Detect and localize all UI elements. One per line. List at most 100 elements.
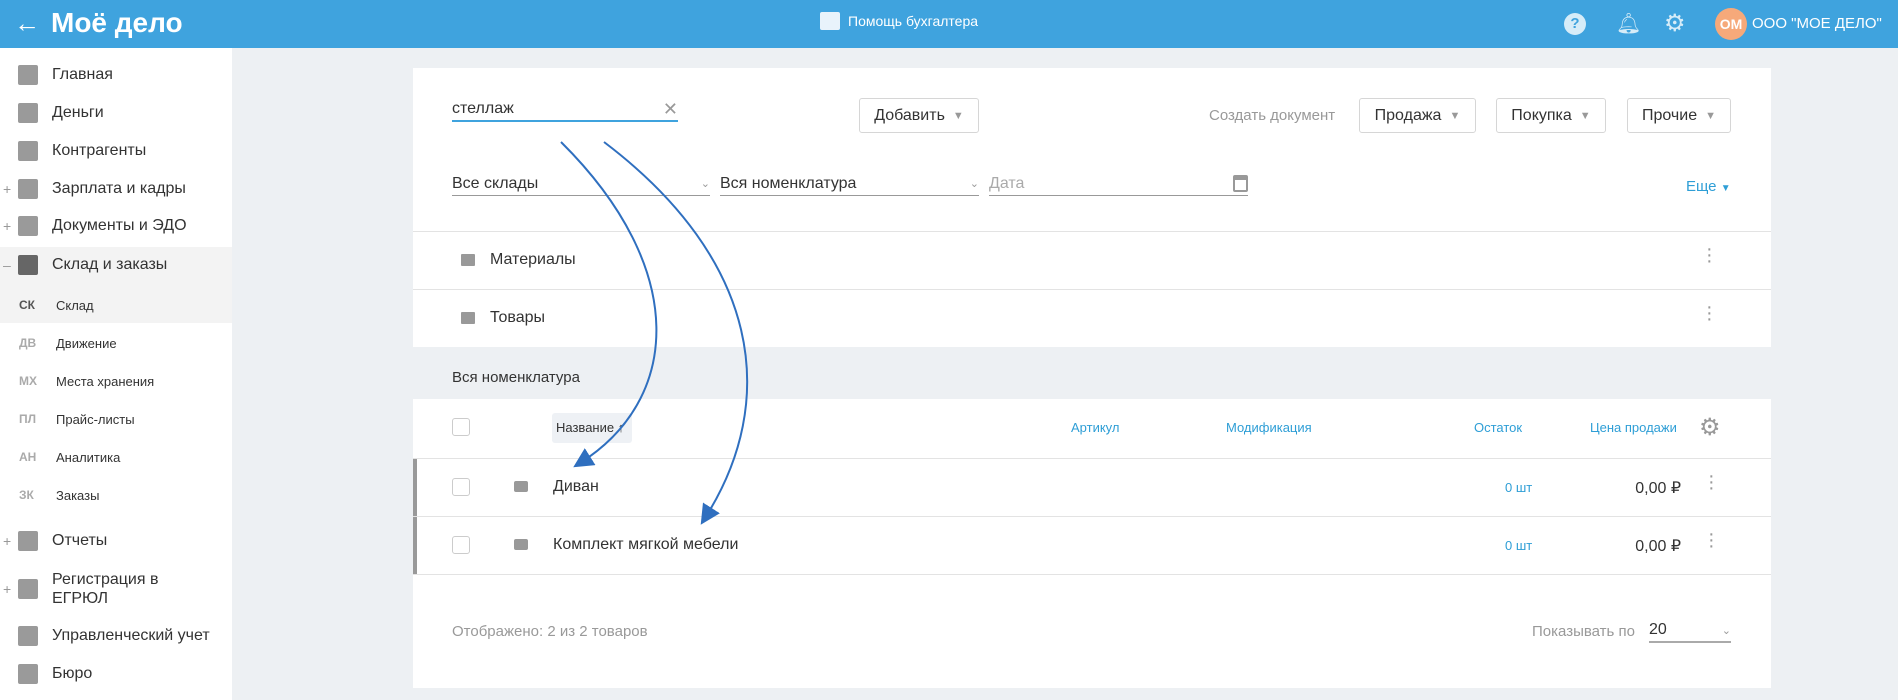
sidebar-subitem-pricelists[interactable]: ПЛ Прайс-листы	[0, 400, 232, 438]
sidebar-item-salary[interactable]: + Зарплата и кадры	[0, 170, 232, 208]
shown-count: Отображено: 2 из 2 товаров	[452, 623, 648, 640]
column-header-stock[interactable]: Остаток	[1474, 420, 1522, 435]
sidebar-item-money[interactable]: Деньги	[0, 94, 232, 132]
report-icon	[18, 531, 38, 551]
table-row[interactable]: Комплект мягкой мебели 0 шт 0,00 ₽ · · ·	[413, 517, 1771, 574]
sidebar-item-contractors[interactable]: Контрагенты	[0, 132, 232, 170]
nomenclature-value: Вся номенклатура	[720, 174, 857, 192]
ruble-chart-icon	[18, 626, 38, 646]
page-size-label: Показывать по	[1532, 623, 1635, 640]
divider	[413, 574, 1771, 575]
subitem-label: Прайс-листы	[56, 411, 135, 427]
wallet-icon	[18, 179, 38, 199]
sidebar-item-home[interactable]: Главная	[0, 56, 232, 94]
column-header-modification[interactable]: Модификация	[1226, 420, 1312, 435]
chevron-down-icon: ▼	[1720, 183, 1731, 194]
sidebar-subitem-storage[interactable]: МХ Места хранения	[0, 362, 232, 400]
gear-icon[interactable]: ⚙	[1664, 9, 1686, 38]
folder-icon	[461, 312, 475, 324]
folder-row[interactable]: Товары · · ·	[413, 290, 1771, 347]
date-input[interactable]: Дата	[989, 172, 1248, 196]
column-settings-gear-icon[interactable]: ⚙	[1699, 413, 1721, 442]
more-vert-icon[interactable]: · · ·	[1708, 466, 1715, 498]
sidebar-subitem-orders[interactable]: ЗК Заказы	[0, 476, 232, 514]
registration-doc-icon	[18, 579, 38, 599]
sidebar-item-label: Зарплата и кадры	[52, 180, 186, 197]
chevron-down-icon: ▼	[1705, 109, 1716, 122]
subitem-abbr: ЗК	[19, 488, 34, 502]
sidebar-item-label: Отчеты	[52, 532, 108, 549]
product-name[interactable]: Комплект мягкой мебели	[553, 536, 738, 554]
sidebar-item-registration[interactable]: + Регистрация в ЕГРЮЛ	[0, 564, 232, 614]
subitem-label: Заказы	[56, 487, 100, 503]
filter-card: стеллаж ✕ Добавить ▼ Создать документ Про…	[413, 68, 1771, 347]
product-stock[interactable]: 0 шт	[1505, 538, 1532, 553]
chevron-down-icon: ⌄	[700, 178, 710, 190]
more-vert-icon[interactable]: · · ·	[1708, 524, 1715, 556]
purchase-button[interactable]: Покупка ▼	[1496, 98, 1606, 133]
row-checkbox[interactable]	[452, 536, 470, 554]
sale-button[interactable]: Продажа ▼	[1359, 98, 1476, 133]
back-arrow-icon[interactable]: ←	[14, 8, 40, 39]
subitem-abbr: ПЛ	[19, 412, 37, 426]
help-center-link[interactable]: Помощь бухгалтера	[820, 12, 978, 30]
column-header-price[interactable]: Цена продажи	[1590, 420, 1677, 435]
product-stock[interactable]: 0 шт	[1505, 480, 1532, 495]
select-all-checkbox[interactable]	[452, 418, 470, 436]
warehouse-select[interactable]: Все склады ⌄	[452, 172, 710, 196]
product-price: 0,00 ₽	[1635, 538, 1681, 555]
clear-icon[interactable]: ✕	[663, 99, 678, 120]
folder-name: Товары	[490, 309, 546, 326]
subitem-abbr: МХ	[19, 374, 37, 388]
product-price: 0,00 ₽	[1635, 480, 1681, 497]
sidebar-subitem-sklad[interactable]: СК Склад	[0, 286, 232, 324]
search-input[interactable]: стеллаж ✕	[452, 98, 678, 122]
person-icon	[18, 141, 38, 161]
warehouse-value: Все склады	[452, 174, 539, 192]
row-checkbox[interactable]	[452, 478, 470, 496]
other-button[interactable]: Прочие ▼	[1627, 98, 1731, 133]
page-size-select[interactable]: 20 ⌄	[1649, 619, 1731, 643]
sidebar-subitem-analytics[interactable]: АН Аналитика	[0, 438, 232, 476]
bell-icon[interactable]: 🔔︎	[1616, 11, 1641, 36]
warehouse-cart-icon	[18, 255, 38, 275]
more-vert-icon[interactable]: · · ·	[1706, 297, 1713, 329]
avatar[interactable]: ОМ	[1715, 8, 1747, 40]
sidebar-item-label: Главная	[52, 66, 113, 83]
help-icon[interactable]: ?	[1564, 13, 1586, 35]
sidebar-item-label: Управленческий учет	[52, 627, 210, 644]
chevron-down-icon: ⌄	[969, 178, 979, 190]
sidebar-item-documents[interactable]: + Документы и ЭДО	[0, 207, 232, 245]
logo[interactable]: Моё дело	[51, 7, 183, 39]
sidebar-item-management[interactable]: Управленческий учет	[0, 617, 232, 655]
sidebar-item-label: Деньги	[52, 104, 104, 121]
chevron-down-icon: ▼	[952, 109, 964, 122]
sidebar-item-bureau[interactable]: Бюро	[0, 655, 232, 693]
money-icon	[18, 103, 38, 123]
top-bar: ← Моё дело Помощь бухгалтера ? 🔔︎ ⚙ ОМ О…	[0, 0, 1898, 48]
column-header-name[interactable]: Название ↑	[552, 413, 632, 443]
company-name[interactable]: ООО "МОЕ ДЕЛО"	[1752, 15, 1882, 32]
subitem-abbr: ДВ	[19, 336, 37, 350]
home-icon	[18, 65, 38, 85]
product-name[interactable]: Диван	[553, 478, 599, 496]
collapse-sign: –	[3, 257, 11, 273]
sidebar-item-warehouse[interactable]: – Склад и заказы	[0, 246, 232, 284]
subitem-label: Аналитика	[56, 449, 121, 465]
add-button[interactable]: Добавить ▼	[859, 98, 979, 133]
page-size-value: 20	[1649, 621, 1667, 638]
more-vert-icon[interactable]: · · ·	[1706, 239, 1713, 271]
more-filters-link[interactable]: Еще ▼	[1686, 178, 1731, 195]
column-header-article[interactable]: Артикул	[1071, 420, 1119, 435]
calendar-icon[interactable]	[1233, 175, 1248, 192]
sidebar-item-label: Регистрация в ЕГРЮЛ	[52, 571, 159, 607]
sidebar-item-label: Документы и ЭДО	[52, 217, 187, 234]
sidebar-subitem-movement[interactable]: ДВ Движение	[0, 324, 232, 362]
sidebar-item-label: Бюро	[52, 665, 93, 682]
sidebar-item-reports[interactable]: + Отчеты	[0, 522, 232, 560]
folder-row[interactable]: Материалы · · ·	[413, 232, 1771, 289]
table-row[interactable]: Диван 0 шт 0,00 ₽ · · ·	[413, 459, 1771, 516]
folder-name: Материалы	[490, 251, 576, 268]
nomenclature-select[interactable]: Вся номенклатура ⌄	[720, 172, 979, 196]
camera-icon	[514, 539, 528, 550]
